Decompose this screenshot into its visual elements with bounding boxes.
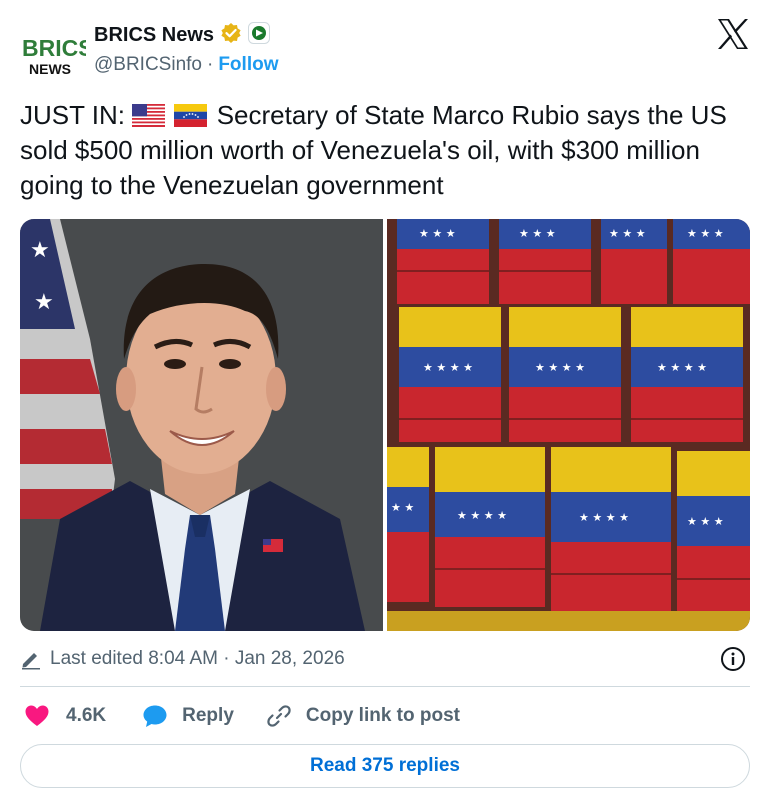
us-flag-icon (132, 104, 166, 127)
info-icon[interactable] (720, 646, 746, 672)
edited-row: Last edited 8:04 AM · Jan 28, 2026 (20, 644, 750, 674)
display-name[interactable]: BRICS News (94, 24, 214, 47)
follow-button[interactable]: Follow (218, 54, 278, 76)
tweet-media: ★ ★ ★ ★ ★ ★ ★ ★ ★ ★ ★ ★ ★ ★ ★ ★ ★ ★ ★ ★ … (20, 219, 750, 631)
user-handle[interactable]: @BRICSinfo (94, 54, 202, 76)
speech-bubble-icon (143, 705, 167, 727)
edited-timestamp[interactable]: Last edited 8:04 AM · Jan 28, 2026 (50, 648, 345, 670)
link-icon (267, 705, 291, 727)
svg-text:★ ★ ★: ★ ★ ★ (687, 227, 724, 240)
tweet-text-prefix: JUST IN: (20, 100, 125, 130)
oil-barrels-photo[interactable]: ★ ★ ★ ★ ★ ★ ★ ★ ★ ★ ★ ★ ★ ★ ★ ★ ★ ★ ★ ★ … (387, 219, 750, 631)
svg-text:★ ★ ★: ★ ★ ★ (687, 515, 724, 528)
tweet-text: JUST IN: Secretary of State Marco Rubio … (20, 98, 755, 203)
svg-text:★ ★ ★ ★: ★ ★ ★ ★ (657, 361, 707, 374)
tweet-text-body: Secretary of State Marco Rubio says the … (20, 100, 727, 200)
portrait-photo[interactable]: ★ ★ ★ (20, 219, 383, 631)
svg-text:★ ★: ★ ★ (391, 501, 414, 514)
reply-button[interactable]: Reply (142, 703, 234, 729)
svg-text:★: ★ (34, 289, 54, 314)
tweet-header: BRICS NEWS BRICS News @BRICSinfo · Follo… (20, 16, 750, 80)
svg-text:★: ★ (30, 237, 50, 262)
like-count: 4.6K (66, 705, 107, 726)
heart-icon (25, 705, 49, 726)
svg-text:★ ★ ★ ★: ★ ★ ★ ★ (535, 361, 585, 374)
svg-text:★ ★ ★: ★ ★ ★ (519, 227, 556, 240)
name-row: BRICS News (94, 22, 271, 49)
copy-link-button[interactable]: Copy link to post (266, 703, 460, 729)
pencil-icon (22, 653, 40, 670)
read-replies-button[interactable]: Read 375 replies (20, 744, 750, 788)
svg-text:★ ★ ★ ★: ★ ★ ★ ★ (457, 509, 507, 522)
venezuela-flag-icon (174, 104, 208, 127)
svg-text:★ ★ ★: ★ ★ ★ (609, 227, 646, 240)
svg-text:NEWS: NEWS (29, 61, 71, 77)
verified-badge-icon (220, 22, 242, 49)
copy-link-label: Copy link to post (305, 705, 460, 726)
affiliate-badge-icon (248, 22, 271, 49)
svg-text:★ ★ ★ ★: ★ ★ ★ ★ (423, 361, 473, 374)
separator-dot: · (207, 54, 214, 75)
handle-row: @BRICSinfo · Follow (94, 54, 278, 76)
like-button[interactable]: 4.6K (24, 703, 106, 729)
x-logo-icon[interactable] (716, 18, 750, 50)
reply-label: Reply (182, 705, 234, 726)
brics-news-avatar[interactable]: BRICS NEWS (20, 26, 94, 80)
svg-text:★ ★ ★: ★ ★ ★ (419, 227, 456, 240)
divider (20, 686, 750, 687)
svg-text:★ ★ ★ ★: ★ ★ ★ ★ (579, 511, 629, 524)
action-bar: 4.6K Reply Copy link to post (20, 700, 460, 732)
